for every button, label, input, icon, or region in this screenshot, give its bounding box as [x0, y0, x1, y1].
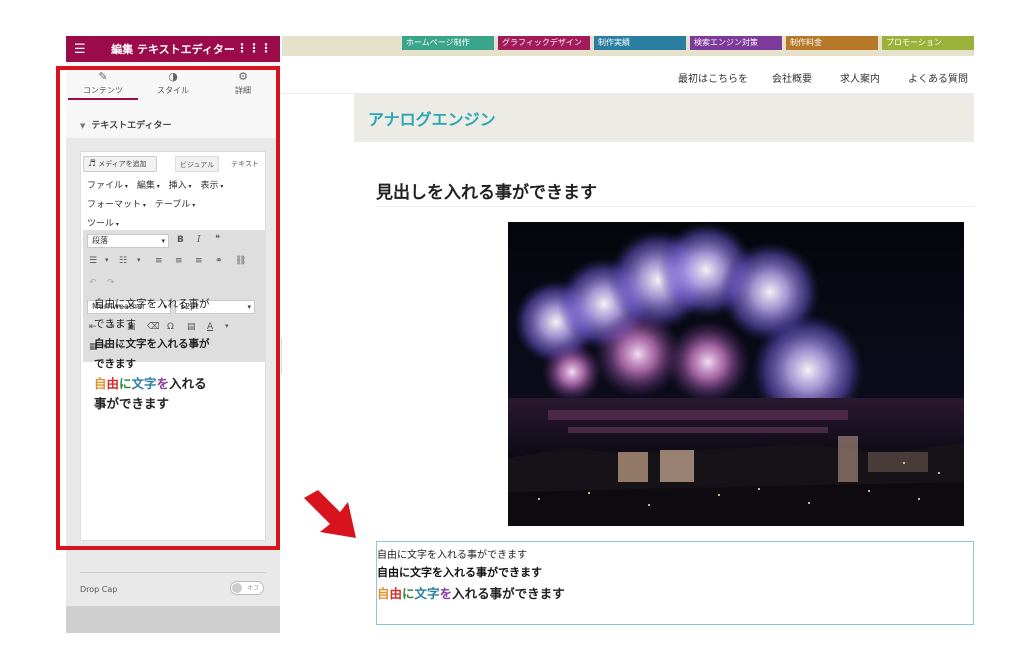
paragraph-format-select[interactable]: 段落: [87, 234, 169, 248]
divider: [80, 572, 266, 573]
undo-icon[interactable]: ↶: [89, 278, 97, 288]
category-bar: ホームページ制作 グラフィックデザイン 制作実績 検索エンジン対策 制作料金 プ…: [282, 36, 974, 56]
menu-bar-row-1: ファイル 編集 挿入 表示: [87, 178, 229, 191]
site-title[interactable]: アナログエンジン: [368, 106, 496, 130]
editor-line: 事ができます: [94, 396, 170, 411]
text-widget-output[interactable]: 自由に文字を入れる事ができます 自由に文字を入れる事ができます 自由に文字を入れ…: [376, 541, 974, 625]
menu-view[interactable]: 表示: [200, 181, 223, 191]
menu-edit[interactable]: 編集: [137, 181, 160, 191]
bold-icon[interactable]: B: [177, 235, 184, 245]
section-title[interactable]: ▼ テキストエディター: [80, 118, 172, 131]
red-arrow-icon: [304, 490, 356, 538]
editor-line: 自由に文字を入れる事が: [94, 338, 210, 350]
menu-bar-row-2: フォーマット テーブル: [87, 197, 201, 210]
editor-line: できます: [94, 358, 136, 370]
panel-header: ☰ 編集 テキストエディター ⋮⋮⋮: [66, 36, 280, 62]
dropcap-toggle[interactable]: オフ: [230, 581, 264, 595]
pencil-icon: ✎: [98, 70, 108, 83]
nav-item-jobs[interactable]: 求人案内: [840, 70, 880, 85]
editor-line: できます: [94, 318, 136, 330]
tab-style[interactable]: ◑ スタイル: [138, 70, 208, 100]
nav-item-faq[interactable]: よくある質問: [908, 70, 968, 85]
category-tab[interactable]: プロモーション: [882, 36, 974, 50]
editor-line: 自由に文字を入れる: [94, 376, 207, 391]
widgets-grid-icon[interactable]: ⋮⋮⋮: [236, 41, 272, 55]
align-left-icon[interactable]: ≡: [155, 256, 163, 266]
tab-advanced-label: 詳細: [235, 86, 251, 95]
tab-content-label: コンテンツ: [83, 86, 123, 95]
align-right-icon[interactable]: ≡: [195, 256, 203, 266]
content-line: 自由に文字を入れる事ができます: [377, 550, 527, 561]
half-circle-icon: ◑: [168, 70, 178, 83]
category-tab[interactable]: 制作料金: [786, 36, 878, 50]
section-title-label: テキストエディター: [91, 121, 172, 131]
divider: [376, 206, 974, 207]
menu-table[interactable]: テーブル: [155, 200, 195, 210]
menu-format[interactable]: フォーマット: [87, 200, 146, 210]
add-media-label: メディアを追加: [98, 160, 147, 168]
editor-panel: ☰ 編集 テキストエディター ⋮⋮⋮ ✎ コンテンツ ◑ スタイル ⚙ 詳細 ▼…: [66, 36, 280, 633]
tab-advanced[interactable]: ⚙ 詳細: [208, 70, 278, 100]
blockquote-icon[interactable]: ❝: [215, 234, 220, 244]
add-media-button[interactable]: ♬ メディアを追加: [83, 156, 157, 172]
menu-bar-row-3: ツール: [87, 216, 125, 229]
hamburger-menu-icon[interactable]: ☰: [74, 42, 86, 57]
align-center-icon[interactable]: ≡: [175, 256, 183, 266]
tab-content[interactable]: ✎ コンテンツ: [68, 70, 138, 100]
category-tab[interactable]: ホームページ制作: [402, 36, 494, 50]
bullet-list-dropdown-icon[interactable]: ▾: [105, 256, 109, 264]
italic-icon[interactable]: I: [197, 235, 201, 245]
tab-visual[interactable]: ビジュアル: [175, 156, 219, 172]
nav-item-company[interactable]: 会社概要: [772, 70, 812, 85]
collapse-triangle-icon: ▼: [80, 122, 86, 130]
content-line: 自由に文字を入れる事ができます: [377, 566, 542, 579]
dropcap-label: Drop Cap: [80, 585, 118, 594]
menu-tools[interactable]: ツール: [87, 219, 119, 229]
category-tab[interactable]: グラフィックデザイン: [498, 36, 590, 50]
editor-content-area[interactable]: 自由に文字を入れる事が できます 自由に文字を入れる事が できます 自由に文字を…: [94, 294, 244, 414]
tab-style-label: スタイル: [157, 86, 189, 95]
redo-icon[interactable]: ↷: [107, 278, 115, 288]
fireworks-photo: [508, 222, 964, 526]
panel-title: 編集 テキストエディター: [111, 43, 235, 56]
content-line: 自由に文字を入れる事ができます: [377, 586, 565, 601]
tab-text[interactable]: テキスト: [225, 156, 265, 172]
media-icon: ♬: [88, 159, 97, 169]
site-nav: 最初はこちらを 会社概要 求人案内 よくある質問: [282, 56, 974, 94]
menu-insert[interactable]: 挿入: [169, 181, 192, 191]
toggle-knob: [232, 583, 242, 593]
bullet-list-icon[interactable]: ☰: [89, 256, 97, 266]
nav-item-start[interactable]: 最初はこちらを: [678, 70, 748, 85]
page-heading: 見出しを入れる事ができます: [376, 183, 597, 203]
category-tab[interactable]: 検索エンジン対策: [690, 36, 782, 50]
panel-footer: [66, 606, 280, 633]
gear-icon: ⚙: [238, 70, 248, 83]
toggle-off-label: オフ: [246, 585, 259, 592]
menu-file[interactable]: ファイル: [87, 181, 128, 191]
numbered-list-dropdown-icon[interactable]: ▾: [137, 256, 141, 264]
link-icon[interactable]: ⚭: [215, 256, 223, 266]
site-preview: ホームページ制作 グラフィックデザイン 制作実績 検索エンジン対策 制作料金 プ…: [282, 36, 974, 633]
category-tab[interactable]: 制作実績: [594, 36, 686, 50]
numbered-list-icon[interactable]: ☷: [119, 256, 127, 266]
unlink-icon[interactable]: ⛓: [235, 256, 246, 266]
editor-line: 自由に文字を入れる事が: [94, 298, 210, 310]
